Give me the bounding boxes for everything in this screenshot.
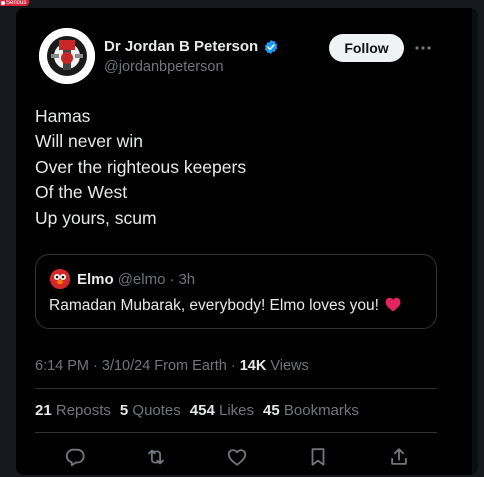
scrollbar-track[interactable] — [472, 8, 478, 475]
tweet-line: Over the righteous keepers — [35, 156, 247, 177]
more-icon[interactable] — [414, 40, 432, 56]
quotes-label: Quotes — [132, 402, 181, 419]
author-avatar-image — [39, 28, 95, 84]
tweet-date[interactable]: 3/10/24 — [102, 358, 150, 374]
reply-button[interactable] — [64, 446, 86, 468]
tweet-time[interactable]: 6:14 PM — [35, 358, 89, 374]
quoted-header: Elmo @elmo · 3h — [77, 271, 195, 288]
verified-badge-icon — [264, 39, 278, 54]
follow-button[interactable]: Follow — [329, 34, 404, 62]
bookmarks-label: Bookmarks — [283, 402, 359, 419]
quoted-time[interactable]: 3h — [178, 271, 195, 288]
author-handle[interactable]: @jordanbpeterson — [104, 59, 224, 75]
overlay-tag-label: Serious — [6, 0, 27, 6]
tweet-source: From Earth — [150, 358, 227, 374]
quoted-tweet[interactable]: Elmo @elmo · 3h Ramadan Mubarak, everybo… — [35, 254, 437, 329]
divider — [35, 388, 437, 389]
repost-button[interactable] — [145, 446, 167, 468]
like-button[interactable] — [226, 446, 248, 468]
likes-label: Likes — [218, 402, 255, 419]
tweet-line: Up yours, scum — [35, 207, 157, 228]
tweet-line: Hamas — [35, 106, 91, 126]
tag-dot — [1, 1, 5, 5]
quotes-count: 5 — [119, 402, 129, 419]
tweet-line: Of the West — [35, 182, 128, 203]
tweet-meta: 6:14 PM · 3/10/24 From Earth · 14K Views — [35, 358, 309, 374]
author-name-row: Dr Jordan B Peterson — [104, 38, 279, 55]
tweet-stats: 21 Reposts 5 Quotes 454 Likes 45 Bookmar… — [35, 402, 359, 419]
meta-separator: · — [89, 358, 102, 374]
quoted-avatar-image — [50, 269, 70, 289]
reposts-label: Reposts — [55, 402, 111, 419]
quoted-avatar[interactable] — [50, 269, 70, 289]
overlay-tag: Serious — [0, 0, 30, 6]
tweet-line: Will never win — [35, 131, 143, 152]
bookmark-icon — [311, 448, 325, 466]
tweet-card: Dr Jordan B Peterson @jordanbpeterson Fo… — [16, 8, 478, 475]
meta-separator: · — [226, 358, 240, 374]
divider — [35, 432, 437, 433]
share-icon — [391, 448, 407, 465]
author-avatar[interactable] — [39, 28, 95, 84]
author-name[interactable]: Dr Jordan B Peterson — [104, 38, 258, 55]
quoted-handle[interactable]: @elmo — [118, 271, 166, 288]
quoted-text-body: Ramadan Mubarak, everybody! Elmo loves y… — [49, 297, 379, 314]
share-button[interactable] — [388, 446, 410, 468]
reposts-stat[interactable]: 21 Reposts — [35, 402, 111, 419]
likes-stat[interactable]: 454 Likes — [190, 402, 254, 419]
views-label: Views — [266, 358, 309, 374]
quotes-stat[interactable]: 5 Quotes — [120, 402, 181, 419]
quoted-text: Ramadan Mubarak, everybody! Elmo loves y… — [49, 297, 401, 315]
action-bar — [56, 446, 416, 468]
bookmarks-stat[interactable]: 45 Bookmarks — [263, 402, 359, 419]
quoted-dot: · — [169, 271, 175, 288]
repost-icon — [148, 449, 164, 465]
heart-emoji-icon — [385, 297, 401, 312]
views-count: 14K — [239, 358, 267, 374]
like-icon — [227, 449, 247, 466]
bookmark-button[interactable] — [307, 446, 329, 468]
quoted-name[interactable]: Elmo — [77, 271, 114, 288]
tweet-text: Hamas Will never win Over the righteous … — [35, 104, 246, 231]
bookmarks-count: 45 — [263, 402, 280, 419]
likes-count: 454 — [189, 402, 215, 419]
reposts-count: 21 — [35, 402, 52, 419]
reply-icon — [65, 448, 85, 467]
